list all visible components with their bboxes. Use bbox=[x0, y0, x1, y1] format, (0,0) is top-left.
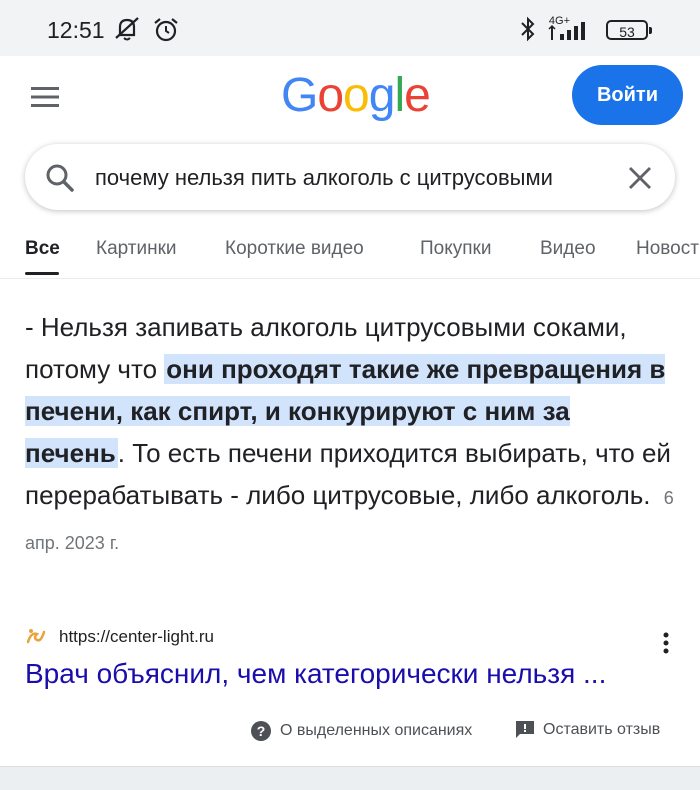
signal-icon bbox=[548, 22, 585, 40]
feedback-icon bbox=[516, 721, 534, 738]
status-icons-left bbox=[112, 16, 180, 44]
more-options-icon[interactable] bbox=[661, 631, 671, 655]
result-url: https://center-light.ru bbox=[59, 627, 214, 646]
tab-short-videos[interactable]: Короткие видео bbox=[225, 238, 364, 260]
feedback-label: Оставить отзыв bbox=[543, 721, 661, 738]
site-favicon-icon bbox=[26, 629, 46, 644]
search-tabs: Все Картинки Короткие видео Покупки Виде… bbox=[0, 228, 700, 279]
close-icon[interactable] bbox=[628, 166, 652, 190]
feedback-link[interactable]: Оставить отзыв bbox=[515, 720, 660, 740]
alarm-icon bbox=[154, 18, 178, 42]
help-icon: ? bbox=[251, 721, 271, 741]
about-snippets-label: О выделенных описаниях bbox=[280, 722, 473, 739]
search-icon[interactable] bbox=[45, 163, 75, 193]
battery-level: 53 bbox=[619, 24, 635, 40]
battery-indicator: 53 bbox=[606, 20, 652, 40]
tab-shopping[interactable]: Покупки bbox=[420, 238, 491, 260]
about-snippets-link[interactable]: ? О выделенных описаниях bbox=[250, 720, 472, 742]
tab-images[interactable]: Картинки bbox=[96, 238, 177, 260]
sign-in-button[interactable]: Войти bbox=[572, 65, 683, 125]
status-time: 12:51 bbox=[47, 17, 105, 43]
status-bar: 12:51 4G+ 53 bbox=[0, 0, 700, 56]
svg-text:?: ? bbox=[257, 723, 266, 739]
search-input[interactable]: почему нельзя пить алкоголь с цитрусовым… bbox=[95, 165, 609, 191]
hamburger-menu-icon[interactable] bbox=[31, 86, 59, 108]
result-source[interactable]: https://center-light.ru bbox=[25, 624, 214, 650]
tab-videos[interactable]: Видео bbox=[540, 238, 596, 260]
snippet-text-after: . То есть печени приходится выбирать, чт… bbox=[25, 438, 671, 510]
result-title-link[interactable]: Врач объяснил, чем категорически нельзя … bbox=[25, 658, 606, 690]
featured-snippet: - Нельзя запивать алкоголь цитрусовыми с… bbox=[25, 306, 675, 564]
google-logo[interactable]: Google bbox=[281, 68, 431, 123]
muted-bell-icon bbox=[115, 17, 139, 41]
search-box[interactable]: почему нельзя пить алкоголь с цитрусовым… bbox=[25, 144, 675, 210]
bluetooth-icon bbox=[521, 16, 535, 42]
bottom-divider bbox=[0, 766, 700, 790]
tab-news[interactable]: Новости bbox=[636, 238, 700, 260]
active-tab-indicator bbox=[25, 272, 59, 275]
tab-all[interactable]: Все bbox=[25, 238, 60, 260]
